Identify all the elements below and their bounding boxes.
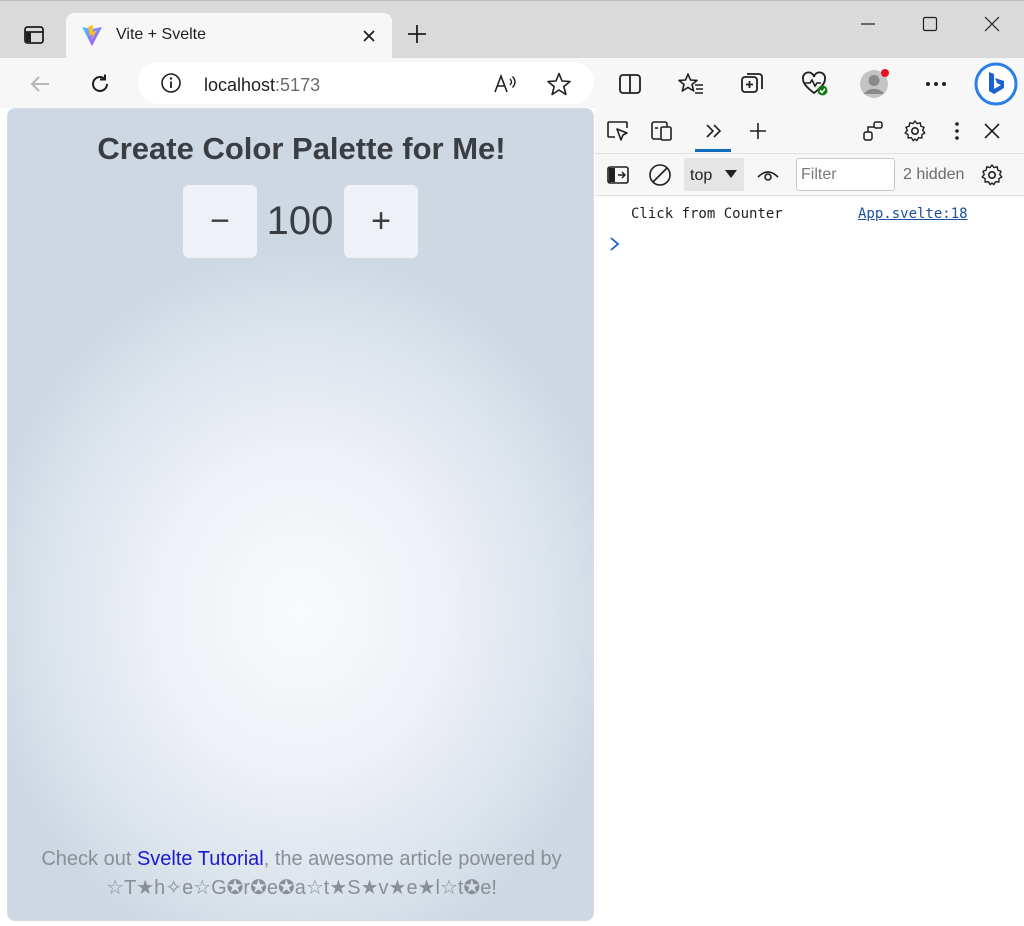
devtools-more-button[interactable] xyxy=(944,118,970,144)
footer-suffix: , the awesome article powered by xyxy=(263,848,562,870)
console-toolbar: top 2 hidden xyxy=(595,154,1024,196)
footer-text: Check out Svelte Tutorial, the awesome a… xyxy=(8,845,593,903)
star-icon[interactable] xyxy=(546,71,572,97)
sidebar-toggle-icon xyxy=(607,166,629,184)
active-tab-indicator xyxy=(695,149,731,152)
arrow-left-icon xyxy=(30,76,49,92)
plus-icon xyxy=(750,123,766,139)
new-tab-button[interactable] xyxy=(400,17,434,51)
network-nodes-icon xyxy=(863,121,883,141)
vite-logo-icon xyxy=(82,25,102,46)
close-icon xyxy=(363,30,375,42)
live-expression-button[interactable] xyxy=(755,162,781,188)
favorites-button[interactable] xyxy=(673,66,709,102)
minimize-icon xyxy=(861,23,875,25)
clear-console-button[interactable] xyxy=(647,162,673,188)
collections-icon xyxy=(741,73,763,93)
svelte-tutorial-link[interactable]: Svelte Tutorial xyxy=(137,848,264,870)
counter-value: 100 xyxy=(266,199,334,243)
url-port: :5173 xyxy=(275,75,321,95)
tab-vite-svelte[interactable]: Vite + Svelte xyxy=(66,13,392,59)
tab-close-button[interactable] xyxy=(356,23,382,49)
filter-input[interactable] xyxy=(796,158,895,191)
devtools-close-button[interactable] xyxy=(979,118,1005,144)
close-icon xyxy=(984,16,1000,32)
chevron-double-right-icon xyxy=(706,124,722,138)
back-button[interactable] xyxy=(22,66,58,102)
heart-pulse-icon xyxy=(802,71,828,96)
url-text[interactable]: localhost:5173 xyxy=(204,75,320,96)
console-source-link[interactable]: App.svelte:18 xyxy=(858,206,968,222)
split-screen-icon xyxy=(619,74,641,94)
minimize-button[interactable] xyxy=(845,7,891,41)
decrement-button[interactable]: − xyxy=(183,185,257,258)
hidden-count[interactable]: 2 hidden xyxy=(903,166,964,184)
collections-button[interactable] xyxy=(734,66,770,102)
console-message-text: Click from Counter xyxy=(631,206,783,222)
console-message: Click from Counter App.svelte:18 xyxy=(595,198,1024,230)
device-icon xyxy=(651,121,672,141)
plus-icon xyxy=(408,25,426,43)
gear-icon xyxy=(981,164,1003,186)
read-aloud-icon[interactable] xyxy=(492,71,518,97)
refresh-icon xyxy=(92,74,108,92)
increment-button[interactable]: + xyxy=(344,185,418,258)
devtools-settings-button[interactable] xyxy=(902,118,928,144)
context-select[interactable]: top xyxy=(684,158,744,191)
info-icon[interactable] xyxy=(160,72,182,94)
devtools-tab-bar xyxy=(595,108,1024,154)
close-icon xyxy=(984,123,1000,139)
tab-actions-button[interactable] xyxy=(14,15,54,55)
bing-icon xyxy=(974,62,1018,106)
tab-title: Vite + Svelte xyxy=(116,26,206,43)
sidebar-toggle-button[interactable] xyxy=(605,162,631,188)
tab-actions-icon xyxy=(24,26,44,44)
context-select-label: top xyxy=(690,167,713,184)
page-title: Create Color Palette for Me! xyxy=(97,131,506,166)
console-settings-button[interactable] xyxy=(979,162,1005,188)
bing-copilot-button[interactable] xyxy=(974,62,1018,106)
maximize-icon xyxy=(922,16,938,32)
settings-more-button[interactable] xyxy=(918,66,954,102)
favorites-icon xyxy=(678,73,703,94)
devtools-panel: top 2 hidden Click from Counter App.svel… xyxy=(595,108,1024,926)
browser-toolbar: localhost:5173 xyxy=(0,58,1024,108)
more-horizontal-icon xyxy=(926,82,946,86)
footer-prefix: Check out xyxy=(41,848,137,870)
no-entry-icon xyxy=(649,164,671,186)
split-screen-button[interactable] xyxy=(612,66,648,102)
inspect-element-button[interactable] xyxy=(605,118,631,144)
address-bar[interactable]: localhost:5173 xyxy=(138,62,594,104)
more-tools-tab[interactable] xyxy=(701,118,727,144)
footer-line2: ☆T★h✧e☆G✪r✪e✪a☆t★S★v★e★l☆t✪e! xyxy=(106,877,497,899)
tab-bar: Vite + Svelte xyxy=(0,0,1024,59)
maximize-button[interactable] xyxy=(907,7,953,41)
page-viewport: Create Color Palette for Me! − 100 + Che… xyxy=(7,108,594,921)
refresh-button[interactable] xyxy=(82,66,118,102)
more-vertical-icon xyxy=(955,122,959,140)
eye-icon xyxy=(757,171,779,181)
device-emulation-button[interactable] xyxy=(649,118,675,144)
customize-button[interactable] xyxy=(860,118,886,144)
avatar-icon xyxy=(860,69,889,98)
url-host: localhost xyxy=(204,75,276,95)
close-window-button[interactable] xyxy=(969,7,1015,41)
add-tool-button[interactable] xyxy=(745,118,771,144)
inspect-icon xyxy=(607,121,628,141)
caret-down-icon xyxy=(725,170,737,178)
console-prompt-icon[interactable] xyxy=(607,234,623,254)
browser-essentials-button[interactable] xyxy=(797,66,833,102)
profile-button[interactable] xyxy=(856,66,892,102)
counter: − 100 + xyxy=(183,185,418,258)
gear-icon xyxy=(904,120,926,142)
